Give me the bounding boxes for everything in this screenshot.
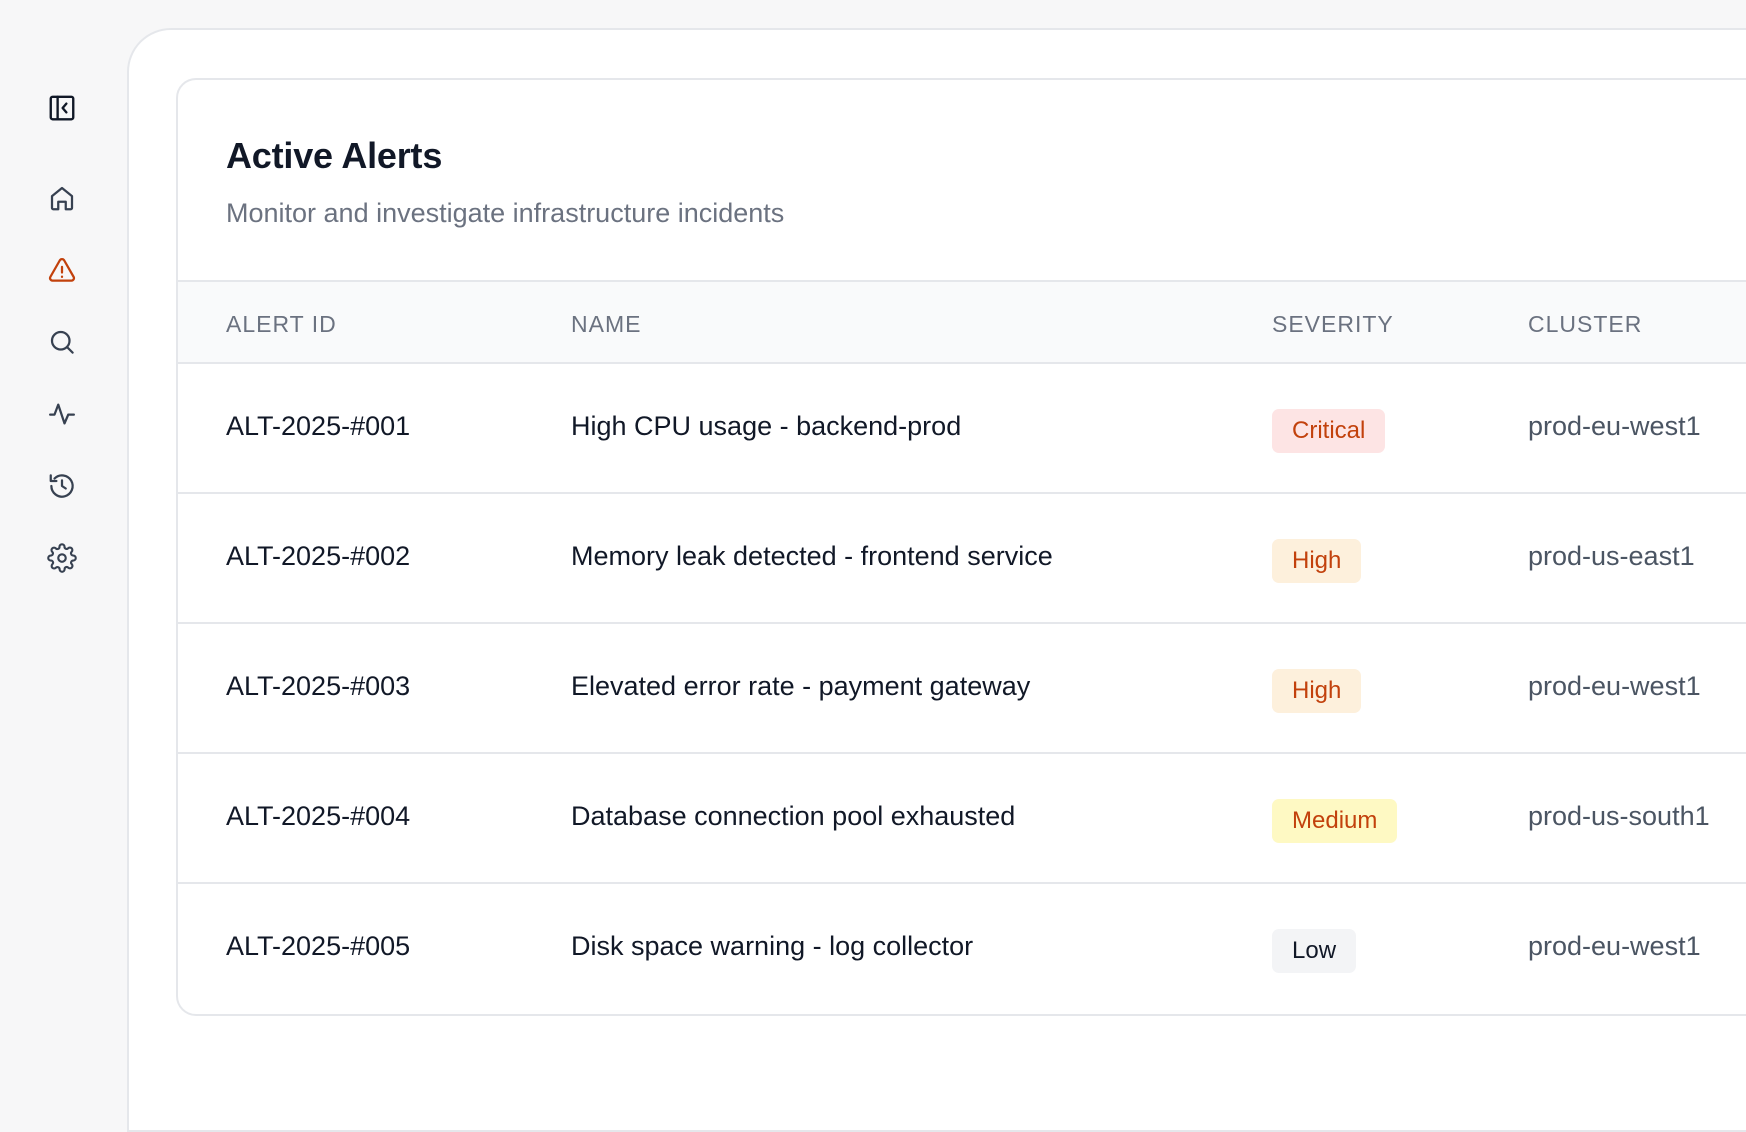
search-icon xyxy=(50,330,74,354)
cluster-cell: prod-us-east1 xyxy=(1528,541,1695,571)
severity-badge: High xyxy=(1272,539,1362,583)
sidebar-item-settings[interactable] xyxy=(44,540,80,576)
alert-id-cell: ALT-2025-#003 xyxy=(226,671,411,701)
alerts-panel: Active Alerts Monitor and investigate in… xyxy=(176,78,1746,1016)
alert-id-cell: ALT-2025-#005 xyxy=(226,931,411,961)
cluster-cell: prod-eu-west1 xyxy=(1528,411,1701,441)
page-subtitle: Monitor and investigate infrastructure i… xyxy=(226,198,785,228)
alert-name-cell: High CPU usage - backend-prod xyxy=(571,411,962,441)
column-header-name[interactable]: NAME xyxy=(571,311,641,338)
alerts-table-body: ALT-2025-#001 High CPU usage - backend-p… xyxy=(178,364,1746,1012)
table-row[interactable]: ALT-2025-#002 Memory leak detected - fro… xyxy=(178,494,1746,624)
column-header-severity[interactable]: SEVERITY xyxy=(1272,311,1394,338)
table-row[interactable]: ALT-2025-#003 Elevated error rate - paym… xyxy=(178,624,1746,754)
sidebar-item-alerts[interactable] xyxy=(44,252,80,288)
severity-badge: High xyxy=(1272,669,1362,713)
cluster-cell: prod-eu-west1 xyxy=(1528,671,1701,701)
history-icon xyxy=(49,474,74,498)
collapse-sidebar-icon xyxy=(49,95,75,121)
column-header-alert-id[interactable]: ALERT ID xyxy=(226,311,337,338)
severity-badge: Medium xyxy=(1272,799,1398,843)
table-row[interactable]: ALT-2025-#001 High CPU usage - backend-p… xyxy=(178,364,1746,494)
collapse-sidebar-button[interactable] xyxy=(44,90,80,126)
panel-header: Active Alerts Monitor and investigate in… xyxy=(178,80,1746,282)
alert-name-cell: Disk space warning - log collector xyxy=(571,931,974,961)
sidebar-item-search[interactable] xyxy=(44,324,80,360)
settings-icon xyxy=(47,543,77,573)
page-title: Active Alerts xyxy=(226,135,443,176)
alert-id-cell: ALT-2025-#004 xyxy=(226,801,411,831)
sidebar-rail xyxy=(0,0,128,1060)
column-header-cluster[interactable]: CLUSTER xyxy=(1528,311,1642,338)
alert-name-cell: Elevated error rate - payment gateway xyxy=(571,671,1031,701)
table-row[interactable]: ALT-2025-#004 Database connection pool e… xyxy=(178,754,1746,884)
alert-id-cell: ALT-2025-#001 xyxy=(226,411,411,441)
home-icon xyxy=(50,186,74,211)
cluster-cell: prod-us-south1 xyxy=(1528,801,1710,831)
alert-triangle-icon xyxy=(48,257,76,282)
alert-id-cell: ALT-2025-#002 xyxy=(226,541,411,571)
sidebar-item-home[interactable] xyxy=(44,180,80,216)
alert-name-cell: Database connection pool exhausted xyxy=(571,801,1016,831)
activity-icon xyxy=(49,403,75,425)
sidebar-item-history[interactable] xyxy=(44,468,80,504)
table-row[interactable]: ALT-2025-#005 Disk space warning - log c… xyxy=(178,884,1746,1012)
sidebar-item-activity[interactable] xyxy=(44,396,80,432)
alert-name-cell: Memory leak detected - frontend service xyxy=(571,541,1053,571)
severity-badge: Critical xyxy=(1272,409,1386,453)
table-header: ALERT ID NAME SEVERITY CLUSTER xyxy=(178,282,1746,364)
cluster-cell: prod-eu-west1 xyxy=(1528,931,1701,961)
severity-badge: Low xyxy=(1272,929,1357,973)
